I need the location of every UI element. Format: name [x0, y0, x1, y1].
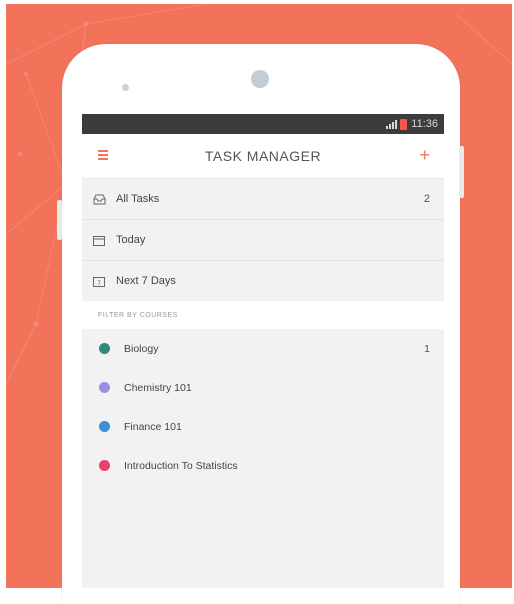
section-header-courses: FILTER BY COURSES	[82, 301, 444, 329]
course-item-chemistry-101[interactable]: Chemistry 101	[82, 368, 444, 407]
app-bar: TASK MANAGER +	[82, 134, 444, 179]
svg-text:7: 7	[97, 280, 101, 287]
nav-item-next-7-days[interactable]: 7 Next 7 Days	[82, 261, 444, 301]
calendar-week-icon: 7	[92, 274, 106, 288]
nav-item-today[interactable]: Today	[82, 220, 444, 261]
course-item-introduction-to-statistics[interactable]: Introduction To Statistics	[82, 446, 444, 485]
page-title: TASK MANAGER	[204, 148, 322, 164]
nav-item-label: All Tasks	[116, 193, 160, 205]
course-item-biology[interactable]: Biology 1	[82, 329, 444, 368]
app-screen: 11:36 TASK MANAGER + All Tasks 2 Today 7…	[82, 114, 444, 588]
course-label: Introduction To Statistics	[124, 459, 238, 472]
nav-item-label: Today	[116, 234, 146, 246]
inbox-icon	[92, 192, 106, 206]
nav-item-label: Next 7 Days	[116, 275, 176, 287]
phone-camera	[251, 70, 269, 88]
phone-speaker	[122, 84, 129, 91]
course-color-dot	[99, 460, 110, 471]
course-color-dot	[99, 421, 110, 432]
add-icon[interactable]: +	[419, 145, 430, 166]
course-label: Finance 101	[124, 420, 182, 433]
phone-side-button	[459, 146, 464, 198]
signal-icon	[386, 119, 398, 129]
course-color-dot	[99, 343, 110, 354]
battery-icon	[400, 118, 408, 130]
calendar-icon	[92, 233, 106, 247]
task-count: 2	[423, 193, 430, 205]
course-count: 1	[424, 342, 430, 355]
course-item-finance-101[interactable]: Finance 101	[82, 407, 444, 446]
course-color-dot	[99, 382, 110, 393]
course-label: Chemistry 101	[124, 381, 192, 394]
course-label: Biology	[124, 342, 159, 355]
nav-item-all-tasks[interactable]: All Tasks 2	[82, 179, 444, 220]
status-bar: 11:36	[82, 114, 444, 134]
status-time: 11:36	[411, 118, 438, 130]
phone-side-button-left	[57, 200, 62, 240]
